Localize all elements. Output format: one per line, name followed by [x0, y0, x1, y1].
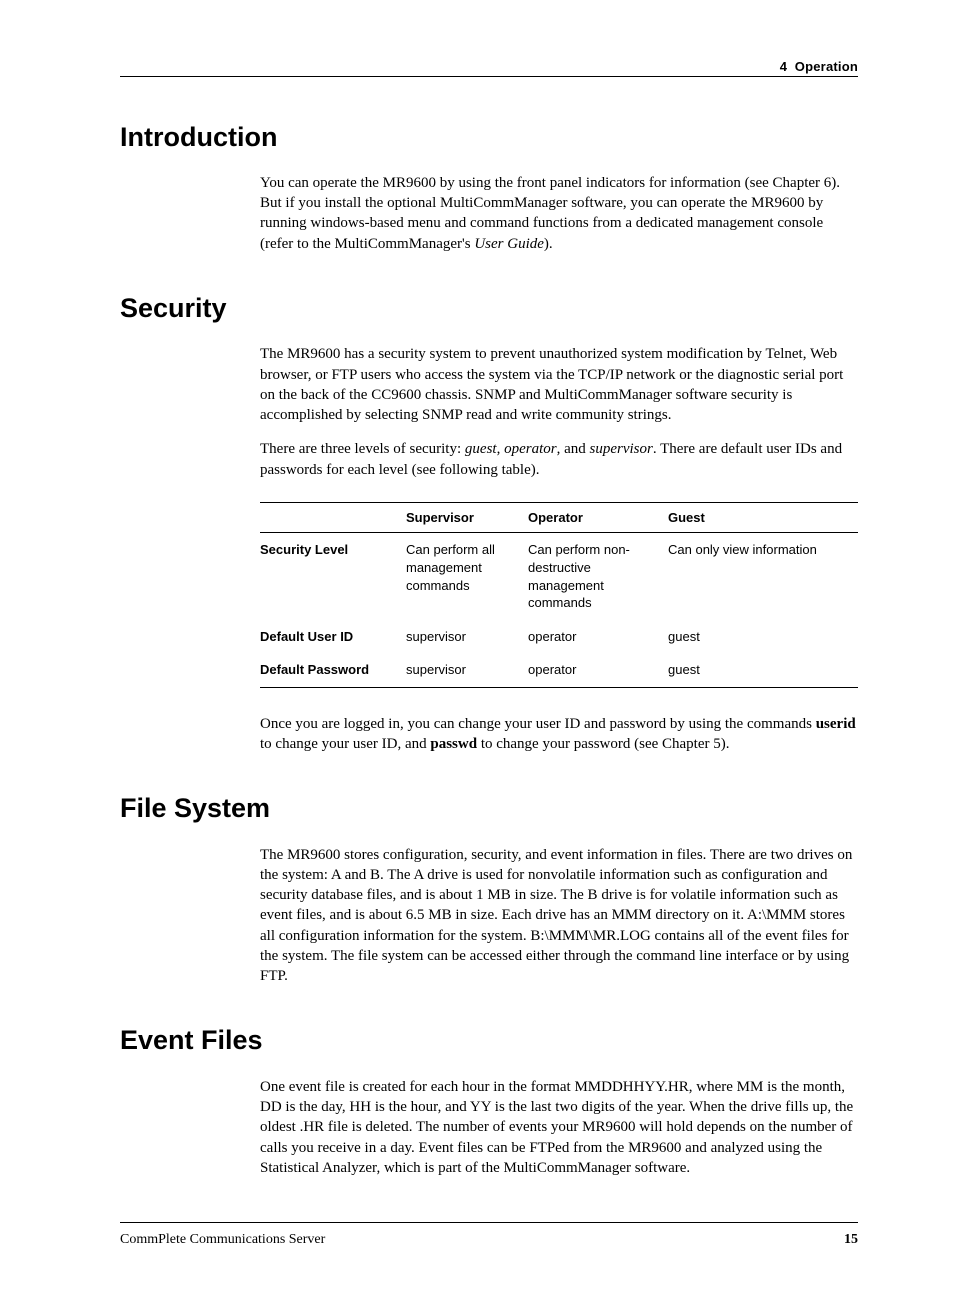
- eventfiles-body: One event file is created for each hour …: [260, 1077, 858, 1178]
- eventfiles-paragraph: One event file is created for each hour …: [260, 1077, 858, 1178]
- text-bold: passwd: [430, 736, 477, 752]
- cell: supervisor: [406, 653, 528, 687]
- chapter-number: 4: [780, 59, 787, 74]
- filesys-body: The MR9600 stores configuration, securit…: [260, 845, 858, 987]
- filesys-paragraph: The MR9600 stores configuration, securit…: [260, 845, 858, 987]
- row-label: Default User ID: [260, 620, 406, 654]
- footer-title: CommPlete Communications Server: [120, 1231, 325, 1250]
- cell: operator: [528, 653, 668, 687]
- col-blank: [260, 502, 406, 533]
- cell: supervisor: [406, 620, 528, 654]
- security-table: Supervisor Operator Guest Security Level…: [260, 502, 858, 688]
- security-paragraph-3: Once you are logged in, you can change y…: [260, 714, 858, 755]
- table-header-row: Supervisor Operator Guest: [260, 502, 858, 533]
- cell: Can only view information: [668, 533, 858, 620]
- text: , and: [557, 441, 590, 457]
- security-paragraph-1: The MR9600 has a security system to prev…: [260, 344, 858, 425]
- col-guest: Guest: [668, 502, 858, 533]
- text: ,: [497, 441, 505, 457]
- page-footer: CommPlete Communications Server 15: [120, 1222, 858, 1250]
- text: ).: [544, 236, 553, 252]
- cell: guest: [668, 620, 858, 654]
- text: Once you are logged in, you can change y…: [260, 716, 816, 732]
- text: to change your user ID, and: [260, 736, 430, 752]
- table-row: Default User ID supervisor operator gues…: [260, 620, 858, 654]
- heading-introduction: Introduction: [120, 119, 858, 155]
- intro-body: You can operate the MR9600 by using the …: [260, 173, 858, 254]
- text-italic: supervisor: [590, 441, 653, 457]
- text: to change your password (see Chapter 5).: [477, 736, 729, 752]
- running-head: 4 Operation: [120, 58, 858, 76]
- page-content: Introduction You can operate the MR9600 …: [120, 83, 858, 1193]
- text-italic: User Guide: [474, 236, 544, 252]
- cell: operator: [528, 620, 668, 654]
- table-row: Default Password supervisor operator gue…: [260, 653, 858, 687]
- text: There are three levels of security:: [260, 441, 465, 457]
- cell: Can perform all management commands: [406, 533, 528, 620]
- header-rule: [120, 76, 858, 77]
- col-supervisor: Supervisor: [406, 502, 528, 533]
- page: 4 Operation Introduction You can operate…: [0, 0, 954, 1290]
- heading-event-files: Event Files: [120, 1022, 858, 1058]
- security-paragraph-2: There are three levels of security: gues…: [260, 439, 858, 480]
- page-number: 15: [844, 1231, 858, 1250]
- security-table-wrap: Supervisor Operator Guest Security Level…: [260, 502, 858, 688]
- text-bold: userid: [816, 716, 856, 732]
- security-body-2: Once you are logged in, you can change y…: [260, 714, 858, 755]
- intro-paragraph: You can operate the MR9600 by using the …: [260, 173, 858, 254]
- text-italic: operator: [504, 441, 557, 457]
- heading-file-system: File System: [120, 790, 858, 826]
- cell: Can perform non-destructive management c…: [528, 533, 668, 620]
- row-label: Security Level: [260, 533, 406, 620]
- row-label: Default Password: [260, 653, 406, 687]
- text-italic: guest: [465, 441, 497, 457]
- cell: guest: [668, 653, 858, 687]
- col-operator: Operator: [528, 502, 668, 533]
- table-row: Security Level Can perform all managemen…: [260, 533, 858, 620]
- chapter-title: Operation: [795, 59, 858, 74]
- heading-security: Security: [120, 290, 858, 326]
- security-body: The MR9600 has a security system to prev…: [260, 344, 858, 480]
